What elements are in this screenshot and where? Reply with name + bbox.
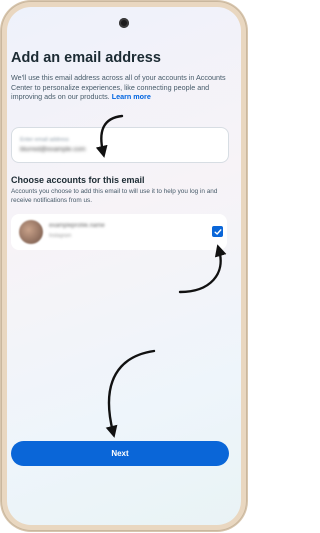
annotation-arrow-icon bbox=[105, 349, 156, 438]
annotation-arrow-icon bbox=[178, 244, 227, 294]
annotation-arrows bbox=[95, 114, 227, 438]
annotation-arrow-icon bbox=[95, 114, 124, 158]
